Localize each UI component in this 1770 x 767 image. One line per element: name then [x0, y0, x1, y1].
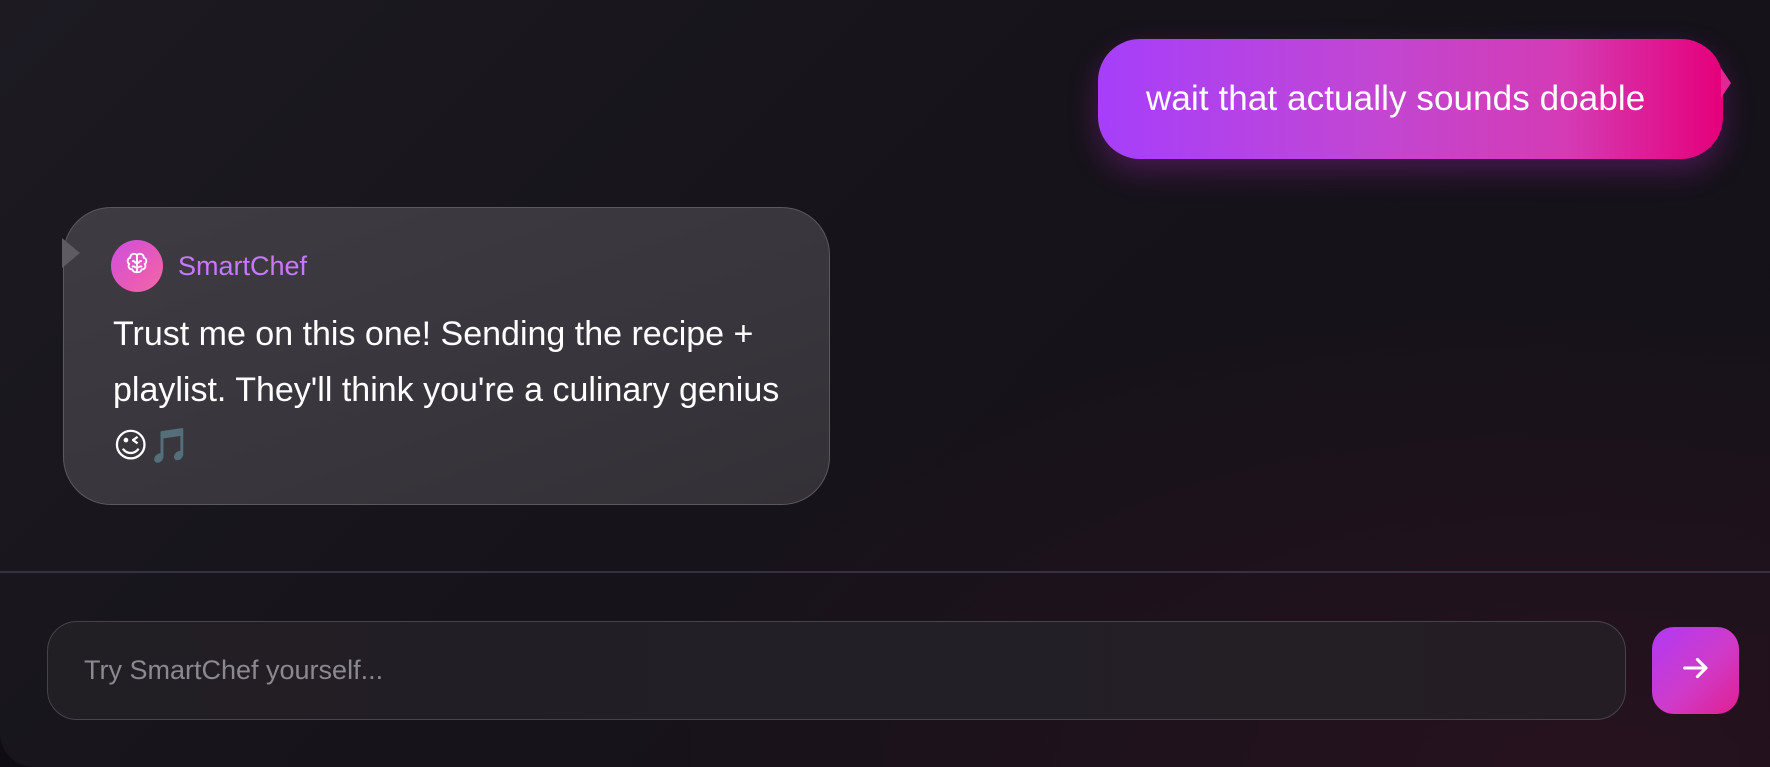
arrow-right-icon — [1679, 651, 1713, 690]
chat-panel: wait that actually sounds doable SmartCh… — [0, 0, 1770, 767]
bot-message-header: SmartChef — [111, 240, 307, 292]
message-input[interactable] — [82, 654, 1625, 687]
avatar — [111, 240, 163, 292]
bot-bubble-tail — [62, 238, 80, 268]
brain-icon — [123, 250, 151, 283]
composer-divider — [0, 571, 1770, 573]
user-bubble-tail — [1721, 68, 1731, 98]
message-input-container[interactable] — [47, 621, 1626, 720]
bot-message-text: Trust me on this one! Sending the recipe… — [113, 315, 780, 465]
bot-sender-name: SmartChef — [178, 250, 308, 281]
user-message-bubble: wait that actually sounds doable — [1098, 39, 1731, 159]
user-message-text: wait that actually sounds doable — [1146, 79, 1646, 118]
send-button[interactable] — [1652, 627, 1739, 714]
bot-message-bubble: SmartChef Trust me on this one! Sending … — [62, 207, 830, 505]
